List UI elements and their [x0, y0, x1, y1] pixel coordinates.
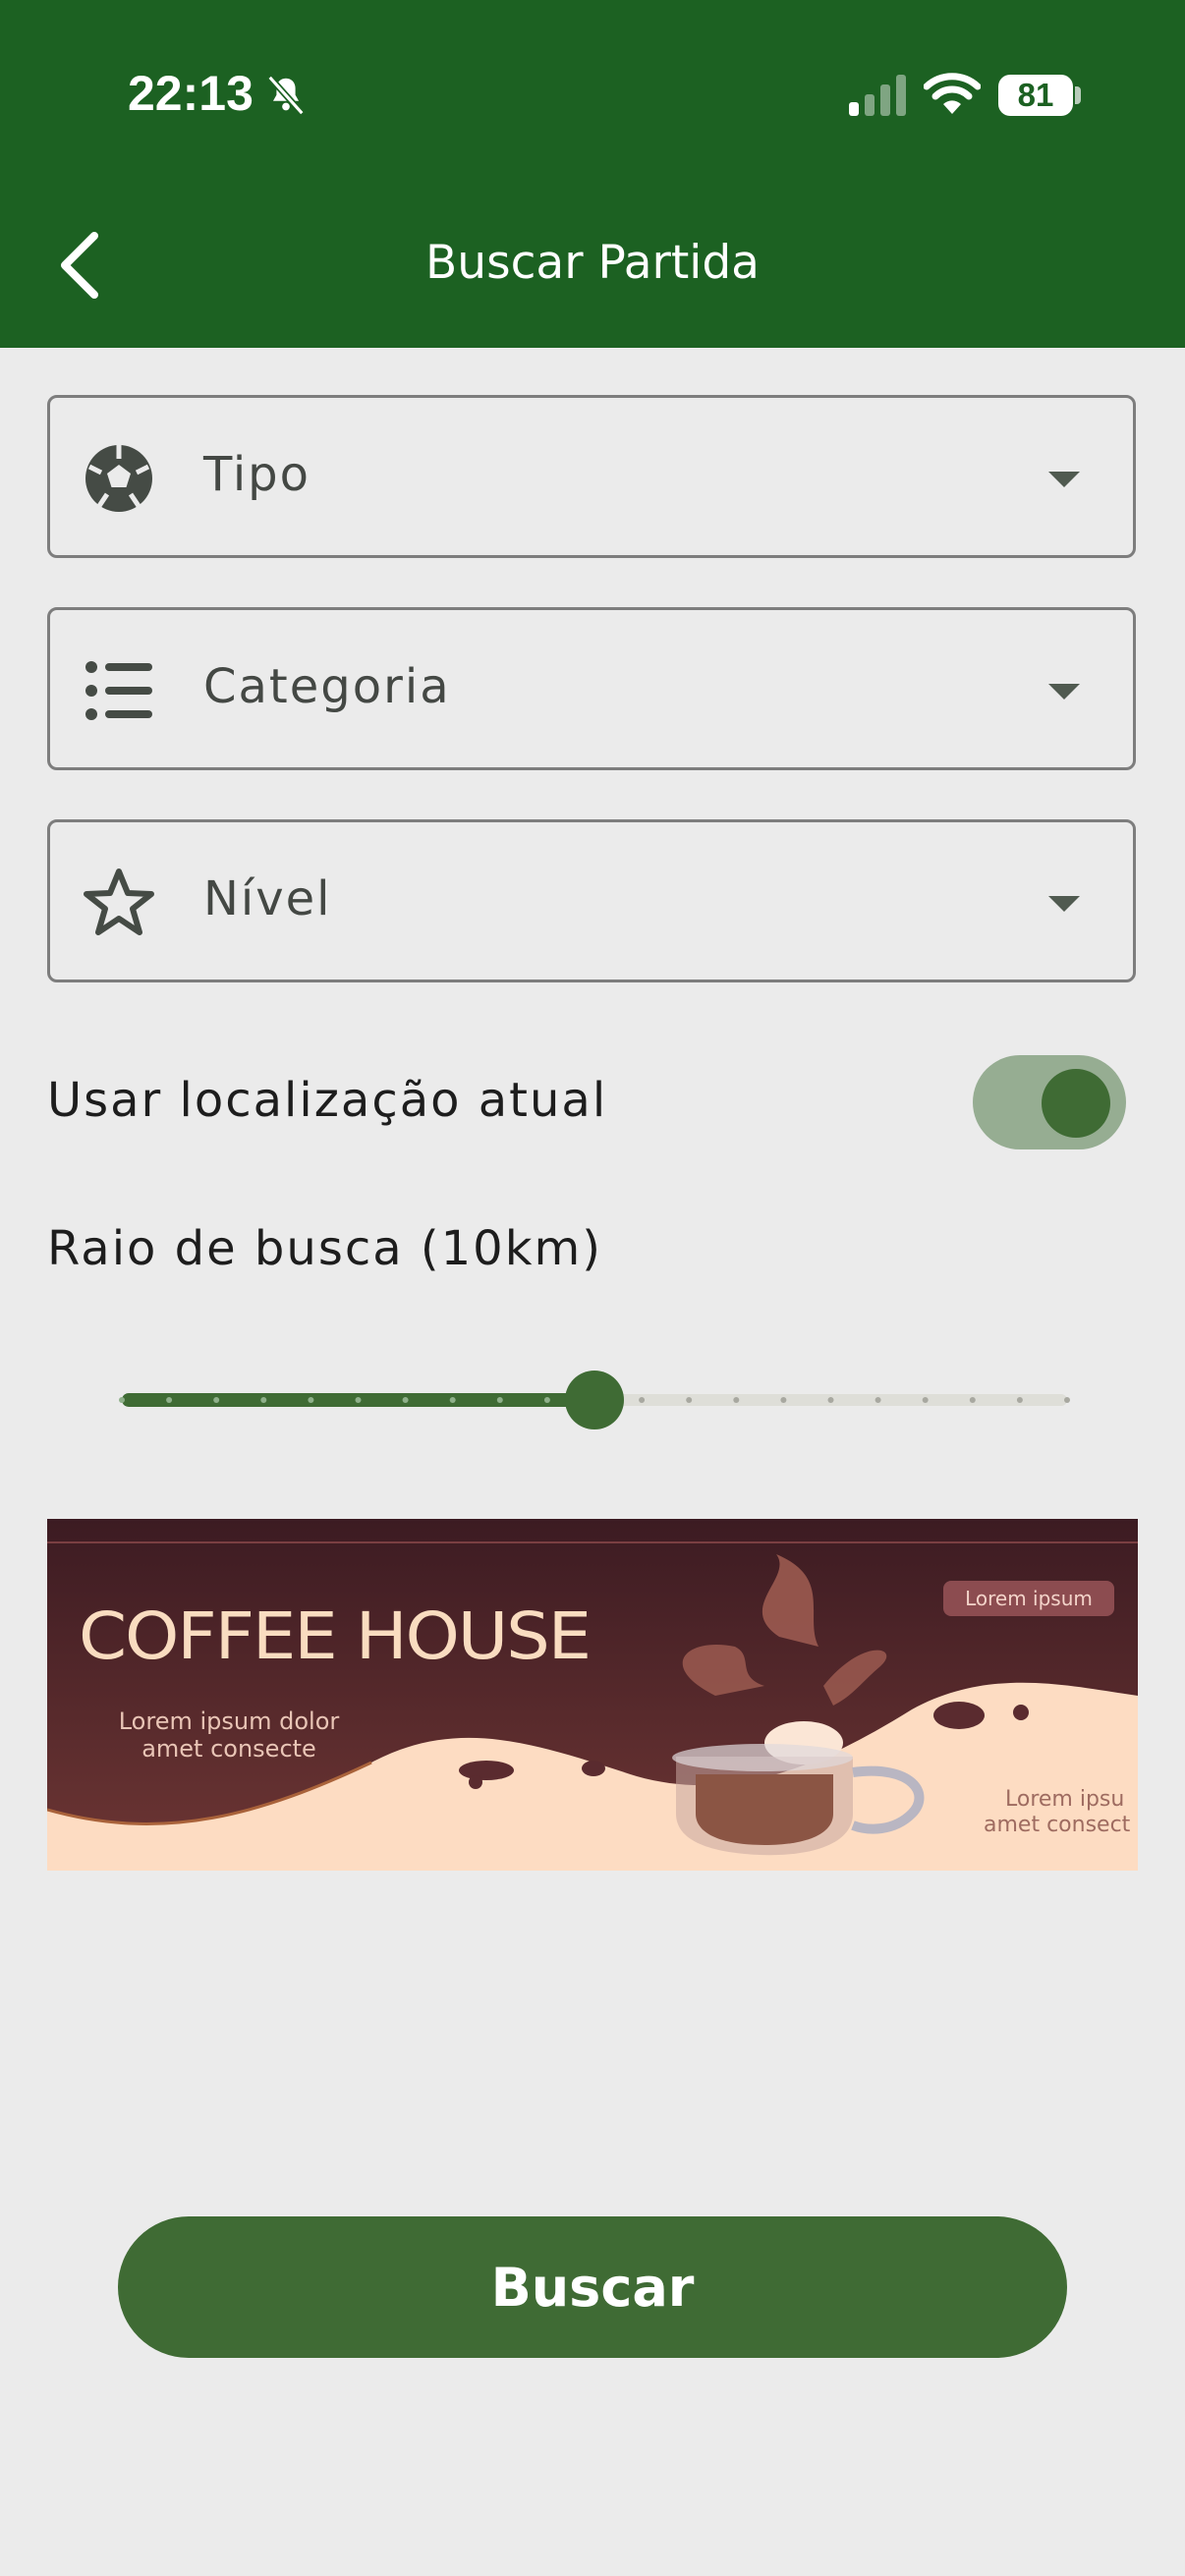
- slider-tick: [686, 1397, 693, 1403]
- slider-tick: [1064, 1397, 1070, 1403]
- page-title: Buscar Partida: [425, 236, 760, 290]
- slider-tick: [308, 1397, 314, 1403]
- slider-tick: [402, 1397, 409, 1403]
- slider-tick: [166, 1397, 173, 1403]
- tipo-dropdown[interactable]: Tipo: [47, 395, 1136, 558]
- star-outline-icon: [84, 868, 154, 935]
- slider-tick: [1016, 1397, 1023, 1403]
- caret-down-icon: [1048, 896, 1080, 912]
- cellular-signal-icon: [849, 75, 906, 116]
- bell-slash-icon: [267, 75, 305, 116]
- categoria-dropdown[interactable]: Categoria: [47, 607, 1136, 770]
- banner-side-line1: Lorem ipsu: [1005, 1787, 1124, 1812]
- slider-tick: [119, 1397, 125, 1403]
- banner-title: COFFEE HOUSE: [79, 1598, 590, 1674]
- status-time: 22:13: [128, 66, 254, 121]
- slider-tick: [733, 1397, 740, 1403]
- slider-tick: [639, 1397, 646, 1403]
- use-location-label: Usar localização atual: [47, 1073, 608, 1128]
- slider-tick: [449, 1397, 456, 1403]
- search-radius-slider[interactable]: [108, 1364, 1081, 1436]
- slider-tick: [780, 1397, 787, 1403]
- slider-tick: [969, 1397, 976, 1403]
- banner-badge: Lorem ipsum: [965, 1587, 1093, 1610]
- toggle-knob[interactable]: [1042, 1069, 1110, 1138]
- caret-down-icon: [1048, 472, 1080, 487]
- slider-tick: [496, 1397, 503, 1403]
- categoria-label: Categoria: [203, 659, 451, 714]
- slider-tick: [922, 1397, 929, 1403]
- battery-indicator: 81: [998, 75, 1073, 116]
- list-icon: [85, 661, 152, 720]
- coffee-house-banner[interactable]: COFFEE HOUSE Lorem ipsum dolor amet cons…: [47, 1519, 1138, 1871]
- banner-side-line2: amet consect: [984, 1813, 1131, 1837]
- search-button[interactable]: Buscar: [118, 2216, 1067, 2358]
- slider-tick: [827, 1397, 834, 1403]
- app-header: 22:13 81 Buscar Partida: [0, 0, 1185, 348]
- slider-tick: [543, 1397, 550, 1403]
- use-location-toggle[interactable]: [973, 1055, 1126, 1149]
- battery-tip: [1075, 86, 1081, 104]
- slider-tick: [355, 1397, 362, 1403]
- banner-subtitle-line2: amet consecte: [141, 1735, 316, 1763]
- banner-subtitle-line1: Lorem ipsum dolor: [119, 1708, 340, 1735]
- nivel-label: Nível: [203, 871, 332, 926]
- slider-tick: [260, 1397, 267, 1403]
- slider-thumb[interactable]: [565, 1371, 624, 1429]
- slider-tick: [213, 1397, 220, 1403]
- slider-tick: [875, 1397, 881, 1403]
- search-radius-label: Raio de busca (10km): [47, 1221, 602, 1276]
- caret-down-icon: [1048, 684, 1080, 700]
- tipo-label: Tipo: [203, 447, 311, 502]
- soccer-ball-icon: [85, 445, 152, 512]
- nivel-dropdown[interactable]: Nível: [47, 819, 1136, 982]
- wifi-icon: [924, 73, 981, 114]
